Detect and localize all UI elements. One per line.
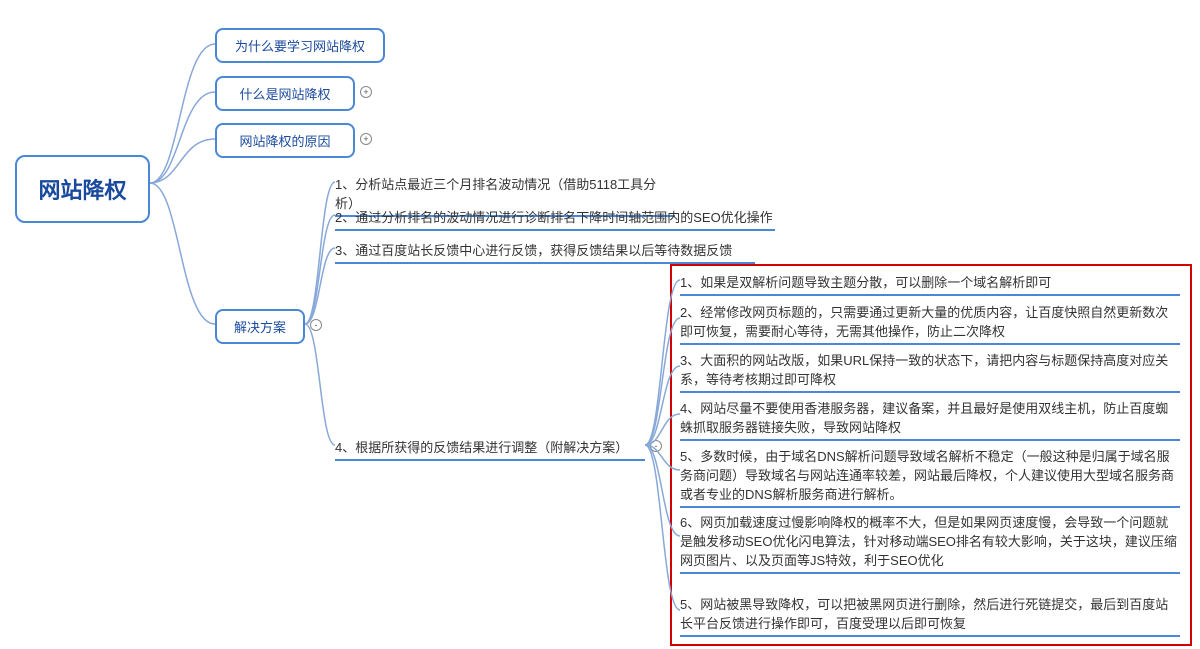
detail-6: 6、网页加载速度过慢影响降权的概率不大，但是如果网页速度慢，会导致一个问题就是触…: [680, 510, 1180, 576]
collapse-icon[interactable]: -: [650, 440, 662, 452]
root-node[interactable]: 网站降权: [15, 155, 150, 223]
solution-step-4: 4、根据所获得的反馈结果进行调整（附解决方案）: [335, 435, 645, 463]
solution-step-2: 2、通过分析排名的波动情况进行诊断排名下降时间轴范围内的SEO优化操作: [335, 205, 775, 233]
branch-what-is[interactable]: 什么是网站降权: [215, 76, 355, 111]
detail-5: 5、多数时候，由于域名DNS解析问题导致域名解析不稳定（一般这种是归属于域名服务…: [680, 444, 1180, 510]
detail-7: 5、网站被黑导致降权，可以把被黑网页进行删除，然后进行死链提交，最后到百度站长平…: [680, 592, 1180, 639]
branch-solution[interactable]: 解决方案: [215, 309, 305, 344]
detail-3: 3、大面积的网站改版，如果URL保持一致的状态下，请把内容与标题保持高度对应关系…: [680, 348, 1180, 395]
detail-2: 2、经常修改网页标题的，只需要通过更新大量的优质内容，让百度快照自然更新数次即可…: [680, 300, 1180, 347]
branch-reason[interactable]: 网站降权的原因: [215, 123, 355, 158]
branch-why-learn[interactable]: 为什么要学习网站降权: [215, 28, 385, 63]
solution-step-3: 3、通过百度站长反馈中心进行反馈，获得反馈结果以后等待数据反馈: [335, 238, 755, 266]
detail-4: 4、网站尽量不要使用香港服务器，建议备案，并且最好是使用双线主机，防止百度蜘蛛抓…: [680, 396, 1180, 443]
detail-1: 1、如果是双解析问题导致主题分散，可以删除一个域名解析即可: [680, 270, 1180, 298]
expand-icon[interactable]: +: [360, 133, 372, 145]
collapse-icon[interactable]: -: [310, 319, 322, 331]
expand-icon[interactable]: +: [360, 86, 372, 98]
